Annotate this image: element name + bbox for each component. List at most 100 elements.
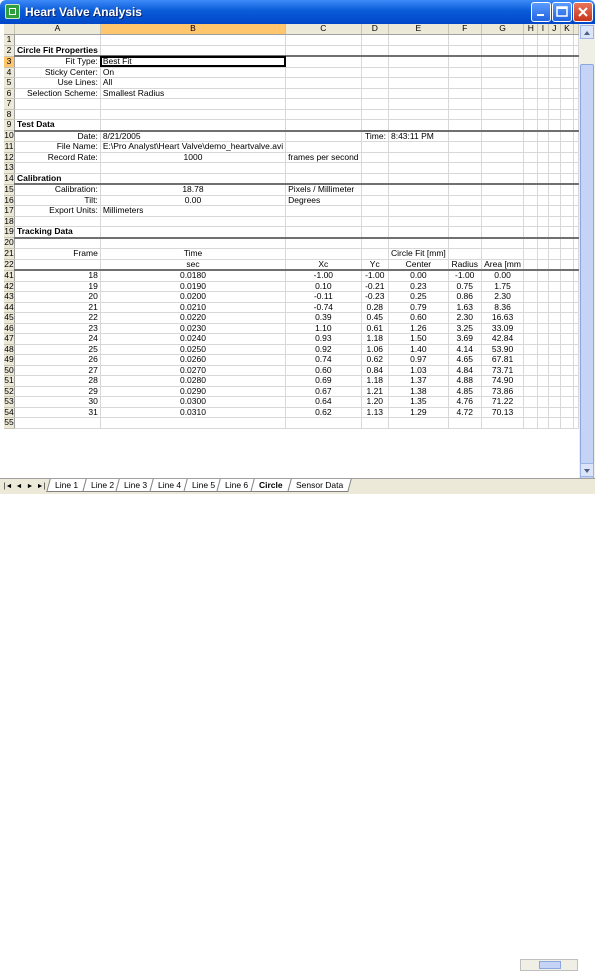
cell-e7[interactable] [388, 98, 449, 110]
cell-d41[interactable]: -1.00 [361, 270, 389, 282]
cell-k10[interactable] [560, 130, 575, 142]
cell-g11[interactable] [481, 141, 525, 153]
cell-b17[interactable]: Millimeters [100, 205, 287, 217]
cell-e13[interactable] [388, 162, 449, 174]
cell-c43[interactable]: -0.11 [285, 291, 362, 303]
cell-g46[interactable]: 33.09 [481, 323, 525, 334]
cell-e49[interactable]: 0.97 [388, 354, 449, 366]
column-header-i[interactable]: I [537, 24, 549, 35]
cell-i20[interactable] [537, 237, 549, 249]
column-header-j[interactable]: J [548, 24, 561, 35]
cell-f22[interactable]: Radius [448, 259, 482, 271]
cell-a47[interactable]: 24 [14, 333, 101, 345]
cell-a4[interactable]: Sticky Center: [14, 67, 101, 78]
row-header-3[interactable]: 3 [4, 56, 15, 68]
cell-j53[interactable] [548, 396, 561, 408]
cell-c3[interactable] [285, 56, 362, 68]
cell-f7[interactable] [448, 98, 482, 110]
cell-d13[interactable] [361, 162, 389, 174]
cell-f11[interactable] [448, 141, 482, 153]
cell-k54[interactable] [560, 407, 575, 418]
cell-b3[interactable]: Best Fit [100, 56, 287, 68]
cell-h45[interactable] [523, 312, 539, 324]
cell-h8[interactable] [523, 109, 539, 120]
cell-f48[interactable]: 4.14 [448, 344, 482, 355]
cell-a18[interactable] [14, 216, 101, 227]
cell-a8[interactable] [14, 109, 101, 120]
cell-h17[interactable] [523, 205, 539, 217]
cell-j45[interactable] [548, 312, 561, 324]
cell-c47[interactable]: 0.93 [285, 333, 362, 345]
cell-h13[interactable] [523, 162, 539, 174]
cell-a2[interactable]: Circle Fit Properties [14, 45, 101, 57]
row-header-16[interactable]: 16 [4, 195, 15, 206]
row-header-46[interactable]: 46 [4, 323, 15, 334]
row-header-43[interactable]: 43 [4, 291, 15, 303]
cell-j2[interactable] [548, 45, 561, 57]
cell-h21[interactable] [523, 248, 539, 260]
cell-c14[interactable] [285, 173, 362, 185]
cell-d7[interactable] [361, 98, 389, 110]
cell-k21[interactable] [560, 248, 575, 260]
cell-g22[interactable]: Area [mm [481, 259, 525, 271]
cell-b21[interactable]: Time [100, 248, 287, 260]
cell-d8[interactable] [361, 109, 389, 120]
cell-e54[interactable]: 1.29 [388, 407, 449, 418]
cell-b20[interactable] [100, 237, 287, 249]
column-header-k[interactable]: K [560, 24, 575, 35]
cell-g16[interactable] [481, 195, 525, 206]
cell-f19[interactable] [448, 226, 482, 239]
cell-c7[interactable] [285, 98, 362, 110]
sheet-tab-circle[interactable]: Circle [250, 479, 292, 492]
cell-g45[interactable]: 16.63 [481, 312, 525, 324]
cell-g5[interactable] [481, 77, 525, 89]
cell-h12[interactable] [523, 152, 539, 163]
cell-i17[interactable] [537, 205, 549, 217]
cell-a42[interactable]: 19 [14, 281, 101, 292]
cell-i2[interactable] [537, 45, 549, 57]
row-header-10[interactable]: 10 [4, 130, 15, 142]
row-header-9[interactable]: 9 [4, 119, 15, 131]
prev-sheet-button[interactable]: ◄ [14, 481, 24, 492]
cell-i4[interactable] [537, 67, 549, 78]
cell-h7[interactable] [523, 98, 539, 110]
cell-a13[interactable] [14, 162, 101, 174]
cell-k53[interactable] [560, 396, 575, 408]
cell-b42[interactable]: 0.0190 [100, 281, 287, 292]
cell-g50[interactable]: 73.71 [481, 365, 525, 376]
cell-j17[interactable] [548, 205, 561, 217]
cell-h43[interactable] [523, 291, 539, 303]
close-button[interactable] [573, 2, 593, 22]
cell-g19[interactable] [481, 226, 525, 239]
select-all-corner[interactable] [4, 24, 15, 35]
spreadsheet-grid[interactable]: A B C D E F G H I J K 1 2 Circle Fit Properties 3 Fit T… [4, 24, 579, 478]
cell-k5[interactable] [560, 77, 575, 89]
cell-d12[interactable] [361, 152, 389, 163]
cell-c19[interactable] [285, 226, 362, 239]
cell-i19[interactable] [537, 226, 549, 239]
sheet-tab-line-1[interactable]: Line 1 [46, 479, 87, 492]
cell-e6[interactable] [388, 88, 449, 99]
cell-h16[interactable] [523, 195, 539, 206]
cell-k45[interactable] [560, 312, 575, 324]
cell-k3[interactable] [560, 56, 575, 68]
cell-h53[interactable] [523, 396, 539, 408]
row-header-14[interactable]: 14 [4, 173, 15, 185]
cell-g17[interactable] [481, 205, 525, 217]
cell-g3[interactable] [481, 56, 525, 68]
cell-i52[interactable] [537, 386, 549, 397]
cell-c52[interactable]: 0.67 [285, 386, 362, 397]
cell-h47[interactable] [523, 333, 539, 345]
cell-g21[interactable] [481, 248, 525, 260]
cell-d10[interactable]: Time: [361, 130, 389, 142]
cell-k41[interactable] [560, 270, 575, 282]
cell-b11[interactable]: E:\Pro Analyst\Heart Valve\demo_heartval… [100, 141, 287, 153]
cell-a44[interactable]: 21 [14, 302, 101, 313]
row-header-11[interactable]: 11 [4, 141, 15, 153]
cell-e2[interactable] [388, 45, 449, 57]
cell-j49[interactable] [548, 354, 561, 366]
cell-h10[interactable] [523, 130, 539, 142]
cell-c6[interactable] [285, 88, 362, 99]
cell-f18[interactable] [448, 216, 482, 227]
cell-e46[interactable]: 1.26 [388, 323, 449, 334]
